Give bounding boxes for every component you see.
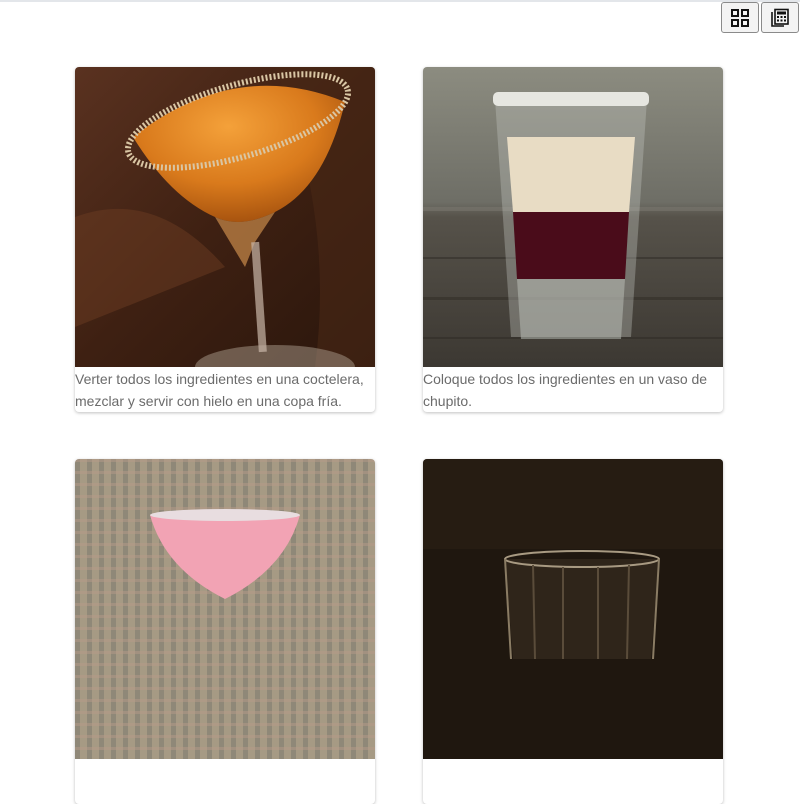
grid-view-icon — [731, 8, 749, 27]
cocktail-card[interactable]: Verter todos los ingredientes en una coc… — [75, 67, 375, 412]
top-border — [0, 0, 800, 2]
cocktail-image[interactable] — [423, 459, 723, 759]
grid-view-button[interactable] — [721, 2, 759, 33]
view-toolbar — [719, 2, 799, 33]
cocktail-caption: Verter todos los ingredientes en una coc… — [75, 371, 364, 409]
cocktail-caption — [75, 759, 375, 804]
cocktail-card[interactable] — [423, 459, 723, 804]
cocktail-image[interactable] — [75, 67, 375, 367]
cocktail-image[interactable] — [423, 67, 723, 367]
cocktail-card[interactable] — [75, 459, 375, 804]
calculator-icon — [771, 8, 789, 27]
cocktail-card[interactable]: Coloque todos los ingredientes en un vas… — [423, 67, 723, 412]
cocktail-image[interactable] — [75, 459, 375, 759]
calculator-button[interactable] — [761, 2, 799, 33]
cocktail-caption — [423, 759, 723, 804]
cocktail-caption: Coloque todos los ingredientes en un vas… — [423, 371, 708, 409]
